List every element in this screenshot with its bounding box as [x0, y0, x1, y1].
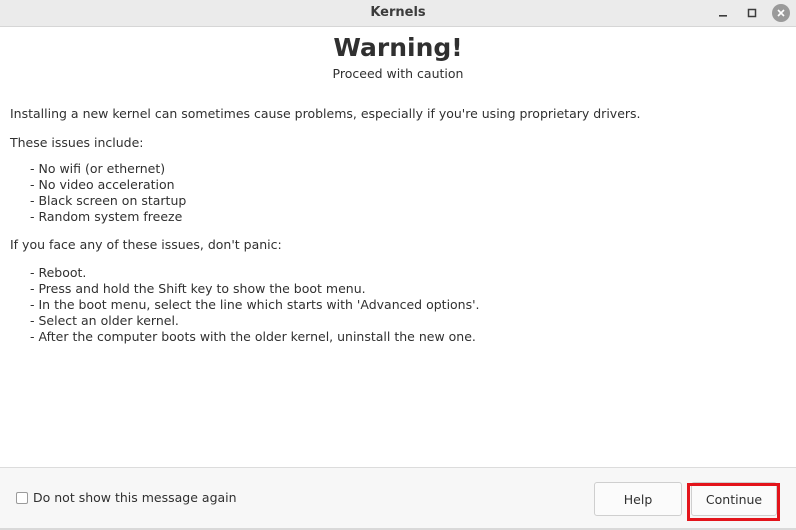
titlebar[interactable]: Kernels: [0, 0, 796, 27]
warning-heading: Warning!: [333, 33, 463, 62]
dialog-footer: Do not show this message again Help Cont…: [0, 467, 796, 530]
minimize-button[interactable]: [714, 4, 732, 22]
intro-text: Installing a new kernel can sometimes ca…: [10, 106, 641, 121]
list-item: - Black screen on startup: [30, 193, 187, 208]
dont-show-again-checkbox[interactable]: [16, 491, 28, 504]
list-item: - After the computer boots with the olde…: [30, 329, 476, 344]
close-button[interactable]: [772, 4, 790, 22]
steps-list: - Reboot. - Press and hold the Shift key…: [30, 265, 480, 345]
help-button[interactable]: Help: [594, 482, 682, 516]
minimize-icon: [719, 15, 727, 17]
continue-button[interactable]: Continue: [691, 482, 777, 516]
dialog-content: Warning! Proceed with caution Installing…: [0, 27, 796, 467]
dialog-window: Kernels Warning! Proceed with caution In…: [0, 0, 796, 530]
list-item: - No wifi (or ethernet): [30, 161, 166, 176]
list-item: - No video acceleration: [30, 177, 175, 192]
window-title: Kernels: [370, 5, 426, 20]
issues-label: These issues include:: [10, 135, 144, 150]
maximize-button[interactable]: [743, 4, 761, 22]
window-controls: [703, 0, 790, 26]
panic-label: If you face any of these issues, don't p…: [10, 237, 282, 252]
list-item: - In the boot menu, select the line whic…: [30, 297, 480, 312]
list-item: - Select an older kernel.: [30, 313, 179, 328]
list-item: - Random system freeze: [30, 209, 183, 224]
list-item: - Reboot.: [30, 265, 87, 280]
list-item: - Press and hold the Shift key to show t…: [30, 281, 366, 296]
dont-show-again-label[interactable]: Do not show this message again: [33, 490, 237, 505]
maximize-icon: [747, 8, 757, 18]
dont-show-again-option[interactable]: Do not show this message again: [16, 490, 237, 505]
warning-subheading: Proceed with caution: [332, 66, 464, 81]
close-icon: [777, 9, 785, 17]
issues-list: - No wifi (or ethernet) - No video accel…: [30, 161, 186, 225]
